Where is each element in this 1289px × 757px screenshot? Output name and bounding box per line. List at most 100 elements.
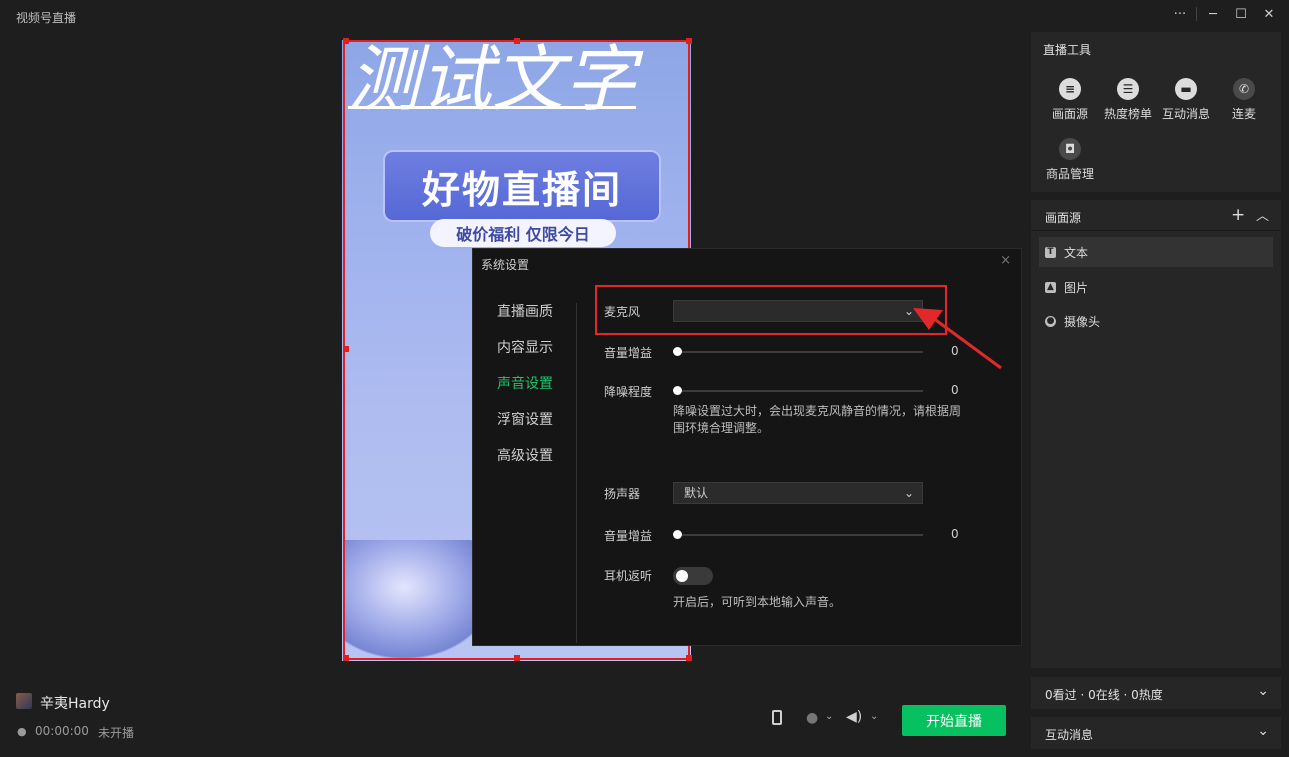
- list-icon: ☰: [1117, 78, 1139, 100]
- phone-icon: ✆: [1233, 78, 1255, 100]
- chat-icon: ▬: [1175, 78, 1197, 100]
- resize-handle[interactable]: [686, 38, 692, 44]
- tool-source[interactable]: ≡ 画面源: [1041, 78, 1099, 122]
- maximize-button[interactable]: ☐: [1227, 4, 1255, 24]
- source-label: 文本: [1064, 245, 1089, 260]
- close-button[interactable]: ✕: [1255, 4, 1283, 24]
- clock-icon: ●: [17, 725, 27, 738]
- tool-label: 连麦: [1231, 107, 1256, 121]
- nav-item-display[interactable]: 内容显示: [473, 337, 576, 373]
- sources-panel: 画面源 + ︿ T 文本 ▲ 图片 ● 摄像头: [1031, 200, 1281, 668]
- messages-title: 互动消息: [1045, 728, 1094, 742]
- shopping-bag-icon: ◘: [1059, 138, 1081, 160]
- speaker-select[interactable]: 默认 ⌄: [673, 482, 923, 504]
- chevron-down-icon[interactable]: ⌄: [825, 711, 833, 722]
- resize-handle[interactable]: [686, 655, 692, 661]
- speaker-gain-slider[interactable]: [676, 534, 923, 536]
- banner-subtitle: 破价福利 仅限今日: [456, 225, 590, 244]
- nav-item-advanced[interactable]: 高级设置: [473, 445, 576, 481]
- slider-knob[interactable]: [673, 347, 682, 356]
- toggle-knob: [676, 570, 688, 582]
- nav-item-quality[interactable]: 直播画质: [473, 301, 576, 337]
- banner-title: 好物直播间: [421, 166, 622, 212]
- divider: [576, 303, 577, 643]
- resize-handle[interactable]: [343, 346, 349, 352]
- minimize-button[interactable]: ─: [1199, 4, 1227, 24]
- highlight-box: [595, 285, 947, 335]
- source-item-camera[interactable]: ● 摄像头: [1039, 306, 1273, 336]
- speaker-value: 默认: [684, 486, 709, 500]
- settings-nav: 直播画质 内容显示 声音设置 浮窗设置 高级设置: [473, 301, 576, 481]
- speaker-icon[interactable]: ◀): [846, 709, 862, 725]
- stats-text: 0看过 · 0在线 · 0热度: [1045, 688, 1163, 702]
- user-name: 辛夷Hardy: [40, 696, 110, 712]
- tools-panel: 直播工具 ≡ 画面源 ☰ 热度榜单 ▬ 互动消息 ✆ 连麦 ◘ 商品管理: [1031, 32, 1281, 192]
- arrow-shaft: [932, 316, 1002, 370]
- live-status: 未开播: [98, 726, 135, 740]
- close-icon[interactable]: ×: [1000, 253, 1011, 268]
- mic-gain-label: 音量增益: [604, 346, 653, 360]
- more-icon[interactable]: ···: [1166, 4, 1194, 24]
- noise-value: 0: [951, 383, 959, 397]
- tool-label: 热度榜单: [1103, 107, 1152, 121]
- speaker-gain-label: 音量增益: [604, 529, 653, 543]
- source-item-text[interactable]: T 文本: [1039, 237, 1273, 267]
- divider: [1031, 230, 1281, 231]
- tool-products[interactable]: ◘ 商品管理: [1041, 138, 1099, 182]
- camera-icon: ●: [1045, 315, 1056, 327]
- chevron-down-icon[interactable]: ⌄: [1257, 683, 1269, 699]
- stats-panel[interactable]: 0看过 · 0在线 · 0热度 ⌄: [1031, 677, 1281, 709]
- sub-banner: 破价福利 仅限今日: [430, 219, 616, 247]
- tool-messages[interactable]: ▬ 互动消息: [1157, 78, 1215, 122]
- resize-handle[interactable]: [343, 38, 349, 44]
- noise-hint: 降噪设置过大时，会出现麦克风静音的情况，请根据周围环境合理调整。: [673, 404, 962, 435]
- slider-knob[interactable]: [673, 386, 682, 395]
- source-label: 摄像头: [1064, 314, 1101, 329]
- tool-label: 画面源: [1051, 107, 1088, 121]
- banner: 好物直播间: [383, 150, 661, 222]
- avatar[interactable]: [16, 693, 32, 709]
- dialog-title: 系统设置: [481, 258, 530, 272]
- tools-title: 直播工具: [1043, 43, 1092, 57]
- document-icon: ≡: [1059, 78, 1081, 100]
- earback-toggle[interactable]: [673, 567, 713, 585]
- app-title: 视频号直播: [16, 11, 77, 25]
- text-icon: T: [1045, 246, 1056, 258]
- start-live-button[interactable]: 开始直播: [902, 705, 1006, 736]
- live-timer: 00:00:00: [35, 724, 89, 738]
- rotate-screen-icon[interactable]: [772, 710, 782, 725]
- sources-title: 画面源: [1045, 211, 1082, 225]
- chevron-down-icon[interactable]: ⌄: [1257, 723, 1269, 739]
- microphone-icon[interactable]: ●: [806, 710, 818, 726]
- mic-gain-slider[interactable]: [676, 351, 923, 353]
- tool-label: 互动消息: [1161, 107, 1210, 121]
- collapse-icon[interactable]: ︿: [1256, 205, 1269, 224]
- nav-item-audio[interactable]: 声音设置: [473, 373, 576, 409]
- messages-panel[interactable]: 互动消息 ⌄: [1031, 717, 1281, 749]
- slider-knob[interactable]: [673, 530, 682, 539]
- resize-handle[interactable]: [343, 655, 349, 661]
- source-label: 图片: [1064, 280, 1089, 295]
- chevron-down-icon: ⌄: [903, 486, 914, 500]
- window-controls: ··· ─ ☐ ✕: [1166, 4, 1283, 24]
- noise-label: 降噪程度: [604, 385, 653, 399]
- tool-label: 商品管理: [1045, 167, 1094, 181]
- speaker-gain-value: 0: [951, 527, 959, 541]
- resize-handle[interactable]: [514, 38, 520, 44]
- noise-slider[interactable]: [676, 390, 923, 392]
- arrow-annotation: [913, 308, 1002, 370]
- chevron-down-icon[interactable]: ⌄: [870, 711, 878, 722]
- tool-co-host[interactable]: ✆ 连麦: [1215, 78, 1273, 122]
- add-source-button[interactable]: +: [1231, 205, 1245, 225]
- earback-label: 耳机返听: [604, 569, 653, 583]
- earback-hint: 开启后，可听到本地输入声音。: [673, 595, 842, 609]
- resize-handle[interactable]: [514, 655, 520, 661]
- overlay-text[interactable]: 测试文字: [348, 36, 636, 122]
- image-icon: ▲: [1045, 281, 1056, 293]
- source-item-image[interactable]: ▲ 图片: [1039, 272, 1273, 302]
- speaker-label: 扬声器: [604, 487, 641, 501]
- tool-ranking[interactable]: ☰ 热度榜单: [1099, 78, 1157, 122]
- nav-item-float-window[interactable]: 浮窗设置: [473, 409, 576, 445]
- divider: [1196, 7, 1197, 21]
- arrow-head: [913, 308, 943, 330]
